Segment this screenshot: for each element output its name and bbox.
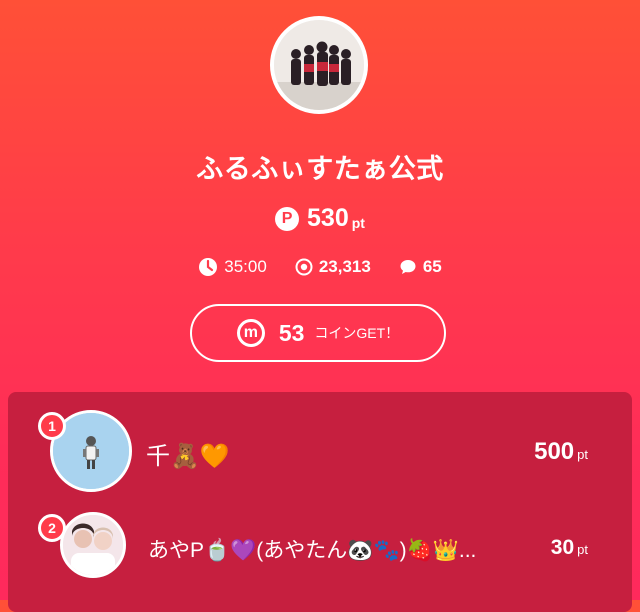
stats-row: 35:00 23,313 65 [0, 257, 640, 277]
views-value: 23,313 [318, 257, 371, 276]
points-icon: P [275, 206, 300, 231]
ranking-row-2[interactable]: 2 あやP🍵💜(あやたん🐼🐾)🍓👑... 30 pt [8, 510, 632, 610]
coin-count: 53 [278, 319, 305, 346]
time-value: 35:00 [224, 257, 267, 276]
coin-get-label: コインGET！ [314, 325, 400, 341]
ranking-row-1[interactable]: 1 千🧸🧡 500 pt [8, 410, 632, 510]
profile-photo-icon [63, 515, 123, 575]
group-photo-icon [274, 20, 364, 110]
channel-title: ふるふぃすたぁ公式 [196, 154, 444, 184]
rank-badge-1: 1 [38, 412, 66, 440]
clock-icon [199, 258, 218, 276]
profile-avatar[interactable] [270, 16, 368, 114]
ranking-points-value-2: 30 [550, 536, 575, 559]
coin-icon: m [236, 319, 265, 347]
points-value: 530 [307, 204, 349, 232]
time-stat: 35:00 [198, 257, 267, 277]
total-points: P 530 pt [0, 204, 640, 233]
ranking-points-2: 30 pt [551, 536, 588, 560]
comment-icon [400, 260, 416, 274]
comments-stat: 65 [399, 257, 442, 277]
ranking-avatar-2[interactable] [60, 512, 126, 578]
rank-badge-2: 2 [38, 514, 66, 542]
ranking-name-1: 千🧸🧡 [146, 443, 230, 470]
ranking-points-unit-2: pt [577, 542, 588, 557]
points-unit: pt [351, 214, 365, 231]
coin-get-button[interactable]: m 53 コインGET！ [190, 304, 446, 362]
ranking-name-2: あやP🍵💜(あやたん🐼🐾)🍓👑... [148, 539, 477, 562]
views-stat: 23,313 [295, 257, 371, 277]
ranking-points-unit-1: pt [577, 447, 588, 462]
ranking-points-1: 500 pt [534, 438, 588, 466]
ranking-points-value-1: 500 [534, 438, 575, 465]
views-icon [295, 258, 313, 276]
comments-value: 65 [422, 257, 442, 276]
ranking-panel: 1 千🧸🧡 500 pt 2 あやP🍵💜(あやたん🐼🐾)🍓👑... 30 pt [8, 392, 632, 612]
